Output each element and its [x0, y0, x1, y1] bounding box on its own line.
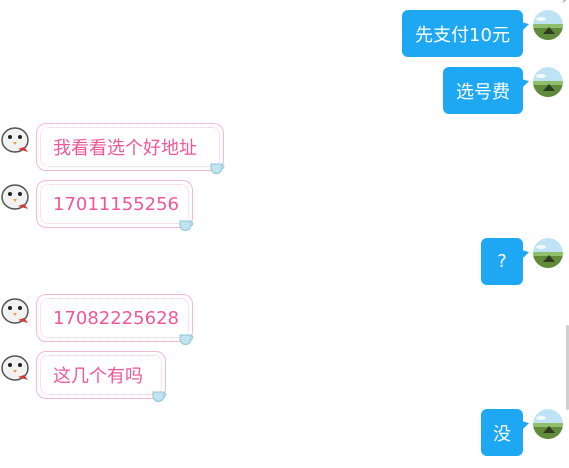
landscape-avatar-icon[interactable] [533, 10, 563, 40]
message-row: 我看看选个好地址 [0, 123, 569, 175]
message-row: 先支付10元 [0, 10, 569, 58]
message-bubble[interactable]: 17082225628 [36, 294, 194, 345]
message-text: 我看看选个好地址 [53, 138, 197, 159]
landscape-avatar-icon[interactable] [533, 409, 563, 439]
message-row: 17082225628 [0, 294, 569, 346]
message-bubble[interactable]: 先支付10元 [402, 10, 523, 57]
cartoon-bird-avatar-icon[interactable] [0, 294, 32, 326]
message-bubble[interactable]: 17011155256 [36, 180, 194, 231]
chevron-icon [558, 0, 569, 3]
teacup-icon [152, 391, 167, 402]
teacup-icon [210, 163, 225, 174]
chat-window: { "messages": [ { "side": "self", "text"… [0, 0, 569, 468]
message-row: 17011155256 [0, 180, 569, 232]
message-text: 17011155256 [53, 193, 179, 215]
teacup-icon [179, 220, 194, 231]
message-row: 选号费 [0, 67, 569, 115]
landscape-avatar-icon[interactable] [533, 238, 563, 268]
message-text: 这几个有吗 [53, 366, 143, 387]
landscape-avatar-icon[interactable] [533, 67, 563, 97]
message-text: 17082225628 [53, 307, 179, 329]
message-row: 没 [0, 409, 569, 457]
message-bubble[interactable]: ? [481, 238, 523, 285]
message-bubble[interactable]: 这几个有吗 [36, 351, 167, 402]
message-row: ? [0, 238, 569, 286]
message-bubble[interactable]: 选号费 [443, 67, 523, 114]
cartoon-bird-avatar-icon[interactable] [0, 180, 32, 212]
message-bubble[interactable]: 没 [481, 409, 523, 456]
cartoon-bird-avatar-icon[interactable] [0, 351, 32, 383]
cartoon-bird-avatar-icon[interactable] [0, 123, 32, 155]
teacup-icon [179, 334, 194, 345]
message-bubble[interactable]: 我看看选个好地址 [36, 123, 225, 174]
message-row: 这几个有吗 [0, 351, 569, 403]
